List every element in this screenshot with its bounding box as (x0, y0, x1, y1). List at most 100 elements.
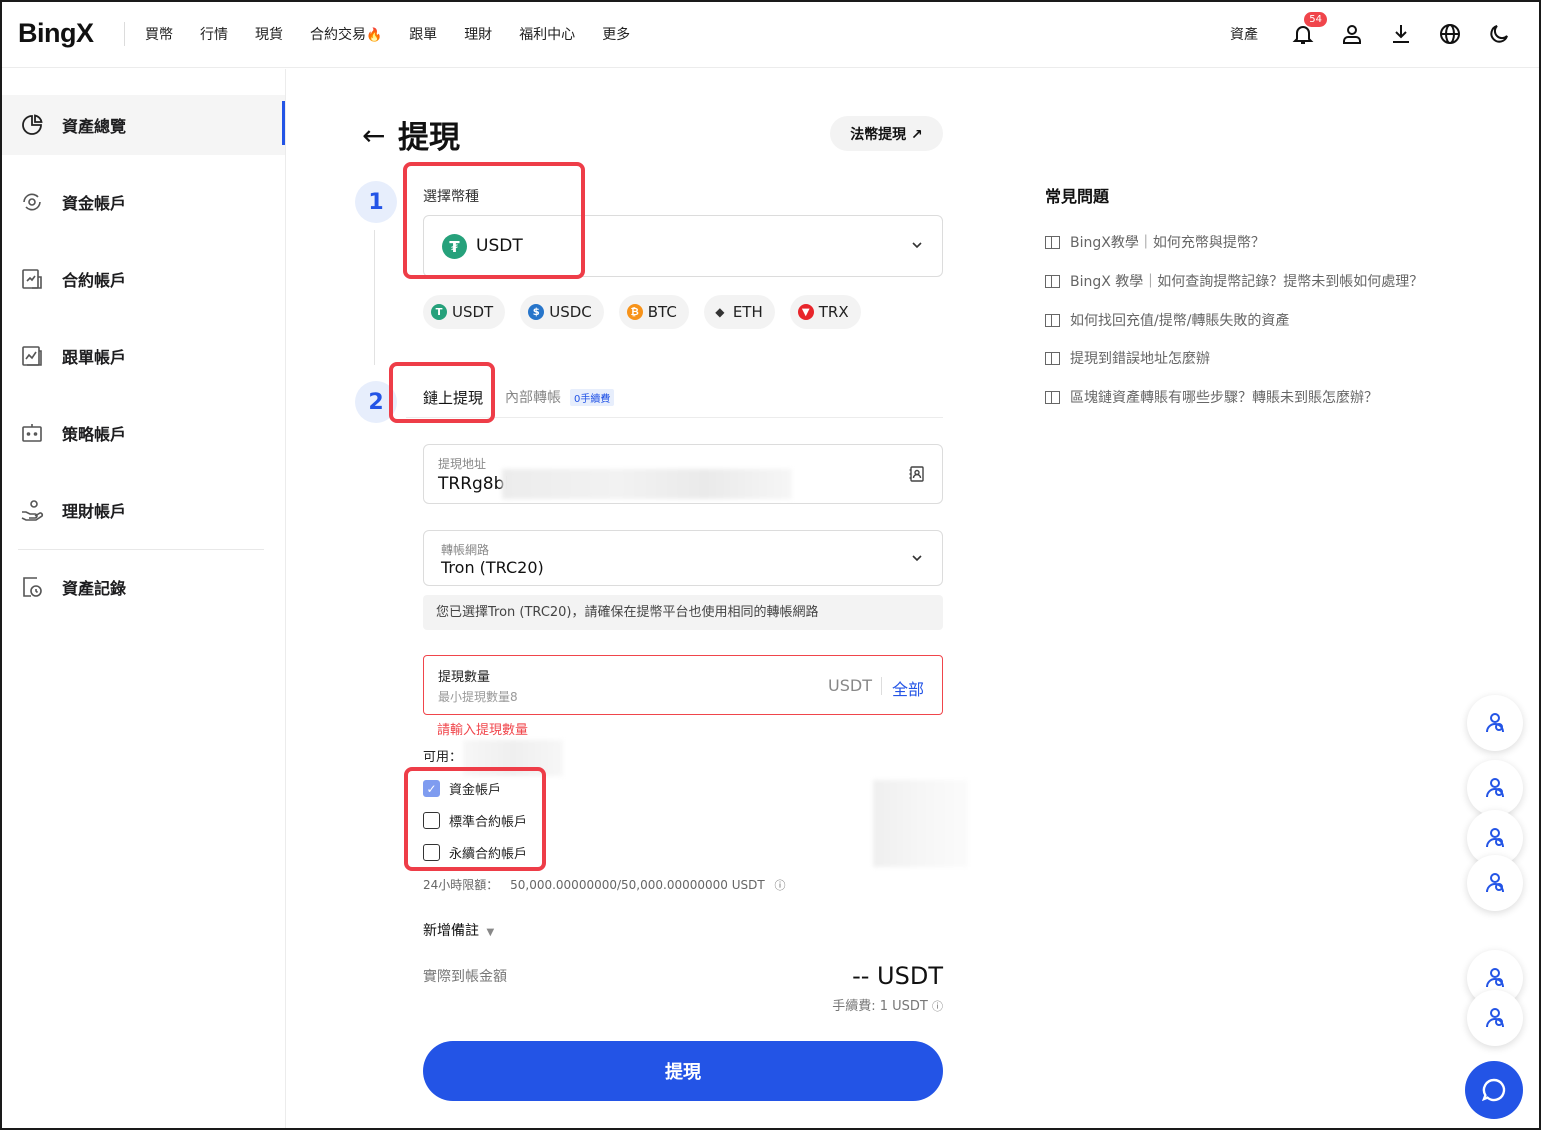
amount-label: 提現數量 (438, 670, 491, 685)
nav-spot[interactable]: 現貨 (255, 24, 283, 44)
sidebar-item-label: 合約帳戶 (62, 271, 127, 290)
faq-item-label: BingX教學｜如何充幣與提幣？ (1070, 235, 1265, 251)
receive-amount-value: -- USDT (852, 962, 943, 990)
book-icon (1045, 390, 1060, 404)
top-header: BingX 買幣 行情 現貨 合約交易🔥 跟單 理財 福利中心 更多 資產 54 (0, 0, 1541, 68)
nav-buy-crypto[interactable]: 買幣 (145, 24, 173, 44)
main-nav: 買幣 行情 現貨 合約交易🔥 跟單 理財 福利中心 更多 (145, 24, 657, 44)
faq-item[interactable]: 提現到錯誤地址怎麼辦 (1045, 348, 1210, 368)
tab-internal-transfer[interactable]: 內部轉帳 (505, 387, 561, 407)
faq-item[interactable]: 如何找回充值/提幣/轉賬失敗的資產 (1045, 310, 1289, 330)
network-warning-note: 您已選擇Tron (TRC20)，請確保在提幣平台也使用相同的轉帳網路 (423, 595, 943, 630)
floating-support-button[interactable] (1467, 855, 1523, 911)
amount-placeholder: 最小提現數量8 (438, 690, 518, 704)
amount-input[interactable]: 提現數量 最小提現數量8 USDT 全部 (423, 655, 943, 715)
redacted-account-balances (873, 780, 968, 867)
daily-limit-label: 24小時限額： (423, 878, 499, 892)
sidebar-item-futures[interactable]: 合約帳戶 (0, 249, 285, 309)
receive-amount-label: 實際到帳金額 (423, 969, 507, 985)
coin-chip-btc[interactable]: ₿ BTC (618, 295, 689, 329)
sidebar-item-label: 資產記錄 (62, 579, 127, 598)
sidebar-divider (18, 549, 264, 550)
memo-label: 新增備註 (423, 923, 479, 939)
coin-chip-eth[interactable]: ◆ ETH (703, 295, 775, 329)
sidebar-item-strategy[interactable]: 策略帳戶 (0, 403, 285, 463)
header-actions: 資產 54 (1230, 12, 1517, 52)
sidebar: 資產總覽 資金帳戶 合約帳戶 跟單帳戶 策略帳戶 理財帳戶 資產記錄 (0, 69, 286, 1130)
faq-item[interactable]: 區塊鏈資產轉賬有哪些步驟？轉賬未到賬怎麼辦？ (1045, 387, 1378, 407)
fee-info: 手續費: 1 USDT ⓘ (832, 995, 943, 1014)
customer-service-icon (1486, 1008, 1504, 1028)
caret-down-icon: ▼ (486, 927, 495, 938)
usdt-icon: T (431, 304, 447, 320)
nav-rewards[interactable]: 福利中心 (519, 24, 575, 44)
bell-icon[interactable]: 54 (1285, 12, 1327, 52)
coin-chip-label: BTC (647, 303, 677, 321)
amount-all-button[interactable]: 全部 (892, 676, 924, 700)
faq-item[interactable]: BingX教學｜如何充幣與提幣？ (1045, 232, 1265, 252)
nav-earn[interactable]: 理財 (464, 24, 492, 44)
globe-icon[interactable] (1432, 16, 1468, 52)
customer-service-icon (1486, 713, 1504, 733)
notification-badge: 54 (1304, 12, 1327, 27)
btc-icon: ₿ (626, 304, 643, 320)
floating-support-button[interactable] (1467, 695, 1523, 751)
daily-limit-value: 50,000.00000000/50,000.00000000 USDT (510, 878, 765, 892)
address-book-icon[interactable] (908, 465, 926, 483)
user-icon[interactable] (1334, 16, 1370, 52)
robot-icon (22, 424, 42, 442)
download-icon[interactable] (1383, 16, 1419, 52)
nav-more[interactable]: 更多 (602, 24, 630, 44)
sidebar-item-records[interactable]: 資產記錄 (0, 557, 285, 617)
faq-item[interactable]: BingX 教學｜如何查詢提幣記錄？提幣未到帳如何處理？ (1045, 271, 1423, 291)
logo-divider (124, 22, 125, 46)
copy-trade-icon (22, 346, 42, 366)
faq-item-label: 提現到錯誤地址怎麼辦 (1070, 351, 1210, 367)
sidebar-item-copy-trade[interactable]: 跟單帳戶 (0, 326, 285, 386)
info-icon[interactable]: ⓘ (932, 1000, 943, 1013)
coin-chip-label: ETH (732, 303, 763, 321)
assets-link[interactable]: 資產 (1230, 24, 1258, 44)
customer-service-icon (1486, 873, 1504, 893)
coin-chip-usdc[interactable]: $ USDC (520, 295, 604, 329)
coin-chip-trx[interactable]: ▼ TRX (789, 295, 861, 329)
chat-bubble-icon (1481, 1078, 1506, 1102)
nav-copy-trade[interactable]: 跟單 (409, 24, 437, 44)
book-icon (1045, 274, 1060, 288)
moon-icon[interactable] (1481, 16, 1517, 52)
add-memo-toggle[interactable]: 新增備註 ▼ (423, 920, 494, 940)
faq-title: 常見問題 (1045, 187, 1110, 206)
coin-chip-label: USDT (452, 303, 494, 321)
floating-support-button[interactable] (1467, 990, 1523, 1046)
sidebar-item-earn[interactable]: 理財帳戶 (0, 480, 285, 540)
daily-limit: 24小時限額： 50,000.00000000/50,000.00000000 … (423, 876, 786, 893)
sidebar-item-fund[interactable]: 資金帳戶 (0, 172, 285, 232)
redacted-address (502, 469, 792, 499)
sidebar-item-label: 理財帳戶 (62, 502, 127, 521)
withdraw-submit-button[interactable]: 提現 (423, 1041, 943, 1101)
nav-markets[interactable]: 行情 (200, 24, 228, 44)
quick-coin-chips: T USDT $ USDC ₿ BTC ◆ ETH ▼ TRX (423, 295, 876, 329)
floating-support-button[interactable] (1467, 760, 1523, 816)
back-arrow-icon[interactable]: ← (362, 119, 385, 152)
bingx-logo[interactable]: BingX (18, 18, 94, 49)
info-icon[interactable]: ⓘ (775, 879, 786, 892)
hand-coin-icon (21, 500, 44, 521)
sidebar-item-label: 策略帳戶 (62, 425, 127, 444)
pie-chart-icon (22, 114, 43, 135)
zero-fee-badge: 0手續費 (570, 389, 615, 406)
faq-item-label: 區塊鏈資產轉賬有哪些步驟？轉賬未到賬怎麼辦？ (1070, 390, 1378, 406)
coin-chip-usdt[interactable]: T USDT (423, 295, 506, 329)
network-select[interactable]: 轉帳網路 Tron (TRC20) (423, 530, 943, 586)
highlight-coin-select (403, 162, 585, 279)
customer-service-icon (1486, 968, 1504, 988)
network-value: Tron (TRC20) (441, 558, 544, 577)
usdc-icon: $ (528, 304, 545, 320)
nav-futures[interactable]: 合約交易🔥 (310, 24, 382, 44)
coin-chip-label: USDC (549, 303, 592, 321)
fiat-withdraw-button[interactable]: 法幣提現 ↗ (830, 116, 943, 151)
highlight-onchain-tab (389, 362, 495, 423)
chat-button[interactable] (1465, 1061, 1523, 1119)
sidebar-item-overview[interactable]: 資產總覽 (0, 95, 285, 155)
address-field[interactable]: 提現地址 TRRg8bl (423, 444, 943, 504)
